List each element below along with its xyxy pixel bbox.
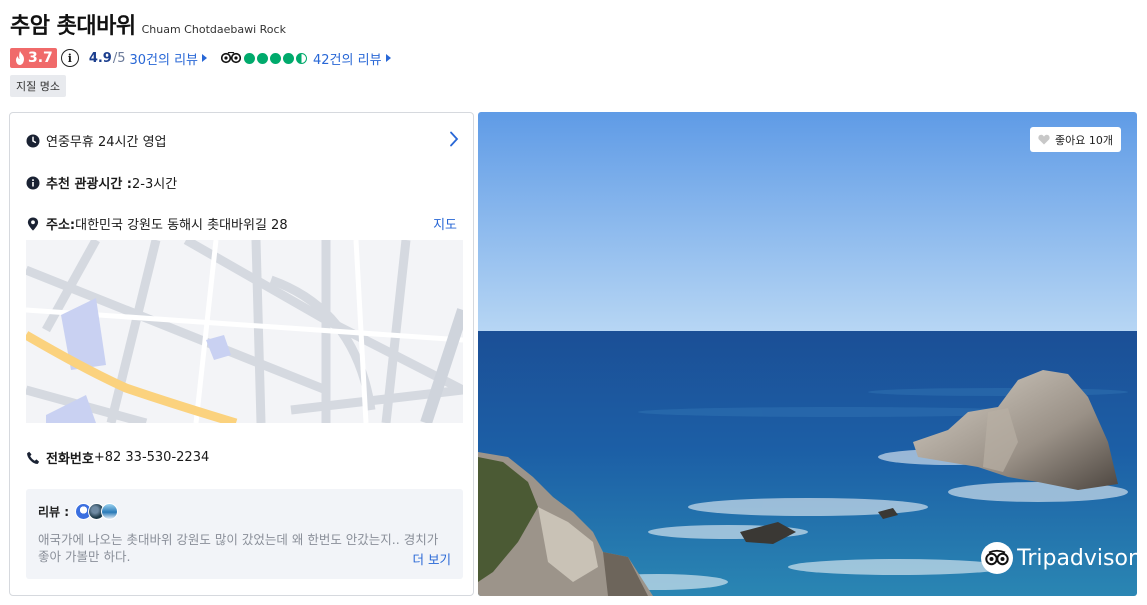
info-icon[interactable]: i [60, 49, 79, 67]
like-button[interactable]: 좋아요 10개 [1030, 127, 1121, 152]
phone-value[interactable]: +82 33-530-2234 [94, 450, 209, 465]
phone-row: 전화번호 +82 33-530-2234 [26, 448, 209, 467]
tripadvisor-watermark: Tripadvisor [981, 542, 1137, 574]
rating-bubble-half [296, 52, 308, 64]
attraction-header: 추암 촛대바위 Chuam Chotdaebawi Rock 3.7 i 4.9… [10, 8, 391, 68]
fire-icon [16, 51, 24, 65]
page-title: 추암 촛대바위 [10, 14, 136, 39]
rating-bubble [283, 52, 295, 64]
score-max: /5 [112, 50, 126, 66]
reviewer-avatars [75, 503, 119, 520]
avatar [101, 503, 119, 520]
rating-bubble [244, 52, 256, 64]
duration-row: 추천 관광시간 : 2-3시간 [26, 173, 177, 192]
tripadvisor-bubbles [244, 52, 308, 64]
address-label: 주소: [46, 218, 76, 233]
attraction-photo[interactable]: 좋아요 10개 Tripadvisor [478, 112, 1137, 596]
triangle-right-icon [202, 54, 208, 62]
clock-icon [26, 134, 40, 147]
tripadvisor-owl-icon [221, 52, 242, 64]
tripadvisor-reviews-label: 42건의 리뷰 [313, 52, 382, 68]
location-pin-icon [27, 217, 39, 231]
rating-row: 3.7 i 4.9 /5 30건의 리뷰 42건의 리뷰 [10, 48, 391, 68]
triangle-right-icon [385, 54, 391, 62]
duration-value: 2-3시간 [132, 177, 178, 192]
review-snippet: 리뷰 : 애국가에 나오는 촛대바위 강원도 많이 갔었는데 왜 한번도 안갔는… [26, 489, 463, 579]
phone-label: 전화번호 [46, 452, 94, 467]
tripadvisor-reviews-link[interactable]: 42건의 리뷰 [313, 49, 391, 68]
tripadvisor-watermark-text: Tripadvisor [1017, 545, 1137, 571]
review-label: 리뷰 : [38, 505, 70, 519]
duration-label: 추천 관광시간 : [46, 177, 133, 192]
address-row: 주소: 대한민국 강원도 동해시 촛대바위길 28 [26, 214, 288, 233]
reviews-link[interactable]: 30건의 리뷰 [130, 49, 208, 68]
heart-icon [1038, 134, 1050, 145]
phone-icon [27, 451, 40, 464]
read-more-link[interactable]: 더 보기 [413, 549, 451, 568]
tripadvisor-rating: 42건의 리뷰 [221, 49, 391, 68]
address-value: 대한민국 강원도 동해시 촛대바위길 28 [75, 218, 288, 233]
info-card: 연중무휴 24시간 영업 추천 관광시간 : 2-3시간 주소: 대한민국 강원… [9, 112, 474, 596]
hours-text: 연중무휴 24시간 영업 [46, 135, 167, 150]
reviews-link-label: 30건의 리뷰 [129, 52, 199, 68]
sea-rock-photo [478, 112, 1137, 596]
tripadvisor-owl-icon [981, 542, 1014, 574]
info-circle-icon [26, 176, 40, 189]
hot-score-badge: 3.7 [10, 48, 57, 68]
page-subtitle: Chuam Chotdaebawi Rock [141, 23, 286, 36]
map-preview[interactable] [26, 240, 463, 423]
rating-bubble [270, 52, 282, 64]
rating-bubble [257, 52, 269, 64]
hot-score-value: 3.7 [28, 50, 53, 66]
map-link[interactable]: 지도 [433, 214, 457, 233]
hours-row[interactable]: 연중무휴 24시간 영업 [26, 131, 167, 150]
review-text: 애국가에 나오는 촛대바위 강원도 많이 갔었는데 왜 한번도 안갔는지.. 경… [38, 532, 439, 564]
chevron-right-icon[interactable] [449, 131, 459, 147]
score-value: 4.9 [88, 50, 112, 66]
like-count-label: 좋아요 10개 [1055, 133, 1113, 147]
category-tag: 지질 명소 [10, 75, 66, 97]
map-graphic [26, 240, 463, 423]
